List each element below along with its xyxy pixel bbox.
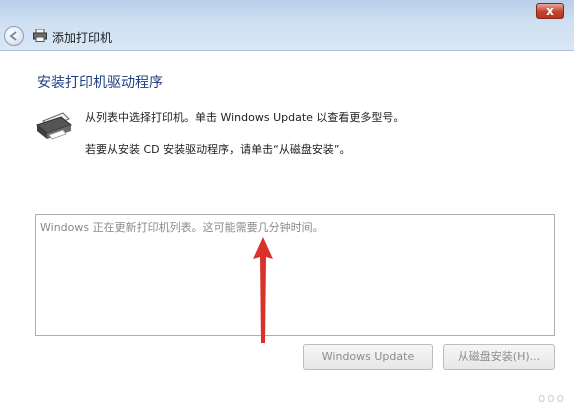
close-icon: x <box>546 4 554 18</box>
wizard-content: 安装打印机驱动程序 从列表中选择打印机。单击 Windows Update 以查… <box>0 51 574 407</box>
have-disk-button[interactable]: 从磁盘安装(H)... <box>443 344 555 370</box>
list-status-text: Windows 正在更新打印机列表。这可能需要几分钟时间。 <box>40 221 324 234</box>
printer-icon <box>35 112 73 140</box>
printer-list[interactable]: Windows 正在更新打印机列表。这可能需要几分钟时间。 <box>35 214 555 336</box>
annotation-arrow <box>253 237 273 343</box>
windows-update-button[interactable]: Windows Update <box>303 344 433 370</box>
close-button[interactable]: x <box>536 3 564 19</box>
back-button[interactable] <box>4 26 24 46</box>
instruction-text: 若要从安装 CD 安装驱动程序，请单击“从磁盘安装”。 <box>85 143 351 156</box>
printer-icon <box>33 29 47 42</box>
nav-row: 添加打印机 <box>0 24 574 48</box>
page-heading: 安装打印机驱动程序 <box>37 75 163 91</box>
back-arrow-icon <box>9 31 17 41</box>
watermark: ooo <box>537 391 566 405</box>
window-title: 添加打印机 <box>52 31 113 45</box>
window-titlebar: x 添加打印机 <box>0 0 574 51</box>
instruction-text: 从列表中选择打印机。单击 Windows Update 以查看更多型号。 <box>85 111 405 124</box>
